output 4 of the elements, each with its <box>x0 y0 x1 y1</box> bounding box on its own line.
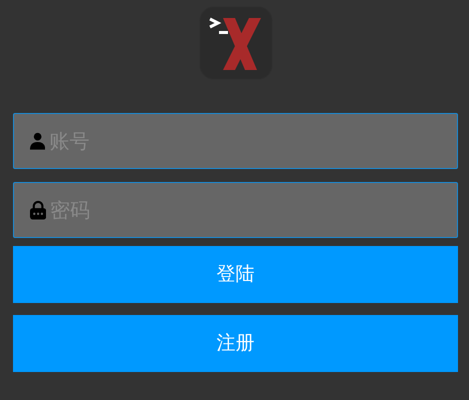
lock-icon <box>30 200 46 220</box>
user-icon <box>30 132 46 150</box>
action-button[interactable]: 注册 <box>13 315 458 372</box>
action-button[interactable]: 登陆 <box>13 246 458 303</box>
